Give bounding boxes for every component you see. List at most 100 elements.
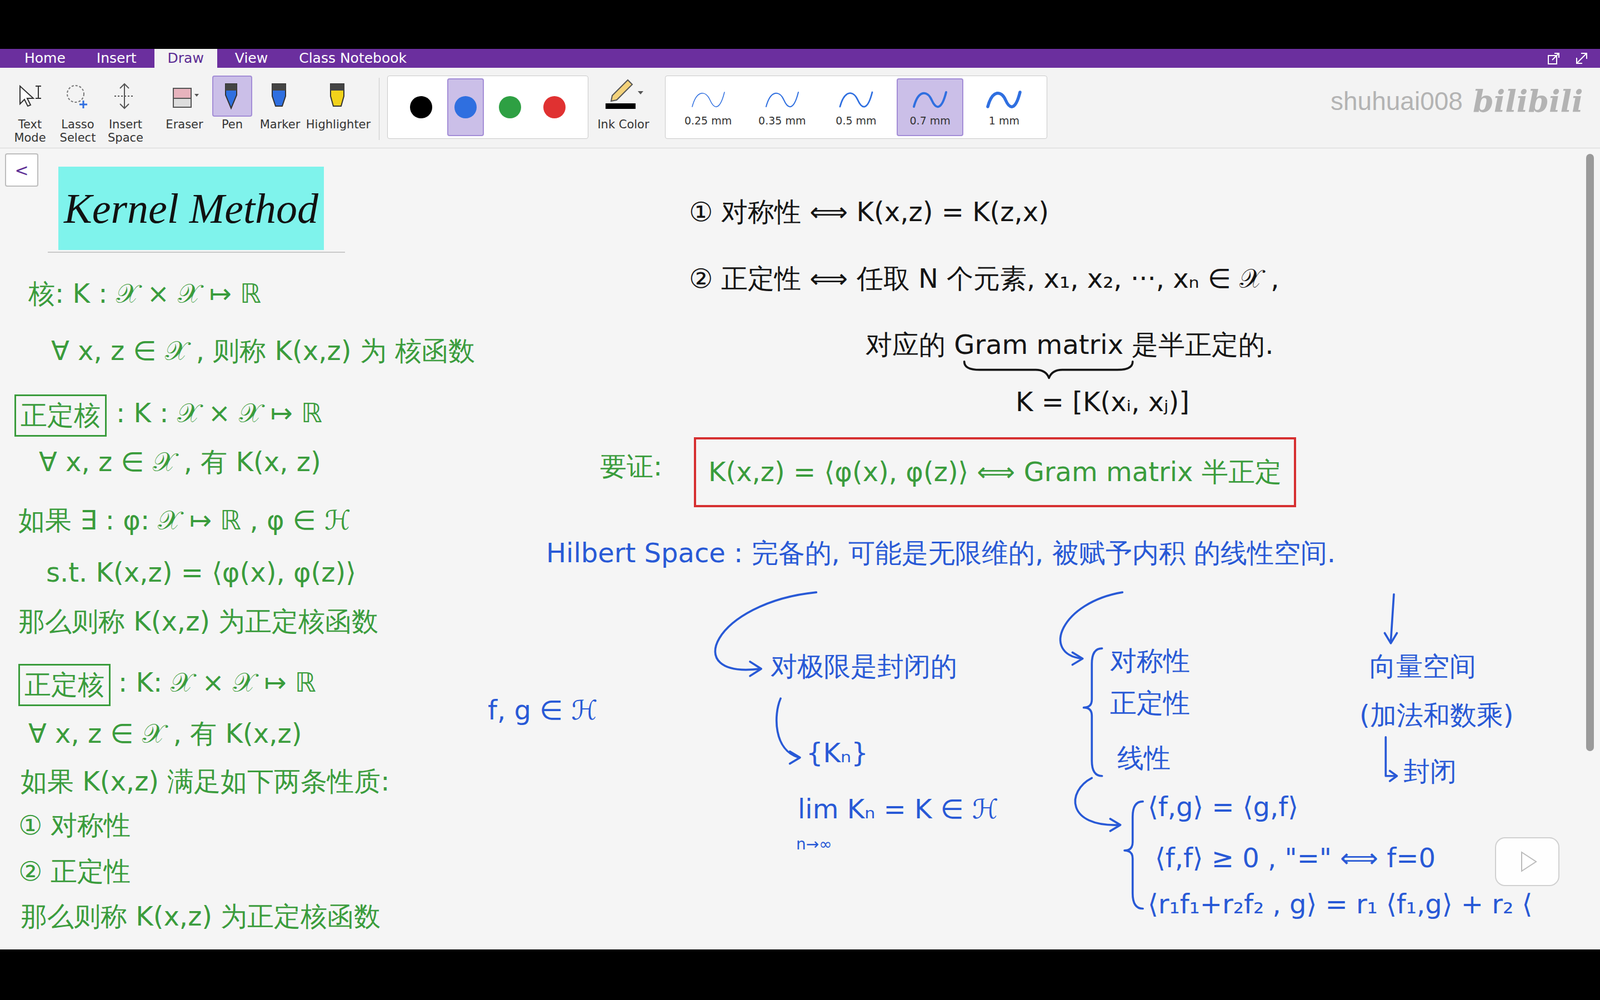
note-line[interactable]: 封闭 [1403, 755, 1457, 788]
note-text: 正定核 [24, 668, 105, 700]
toolbar-button[interactable]: Marker [257, 75, 303, 132]
ribbon-tab[interactable]: Insert [83, 48, 150, 68]
note-line[interactable]: s.t. K(x,z) = ⟨φ(x), φ(z)⟩ [46, 556, 357, 589]
note-line[interactable]: 对极限是封闭的 [770, 650, 958, 683]
note-line[interactable]: lim Kₙ = K ∈ ℋ [797, 793, 999, 826]
note-line[interactable]: {Kₙ} [806, 737, 869, 770]
note-text: ∀ x, z ∈ 𝒳 , 有 K(x,z) [28, 717, 302, 749]
tool-icon-frame[interactable] [10, 75, 50, 117]
thickness-option[interactable]: 0.25 mm [675, 78, 742, 137]
ribbon-tab[interactable]: View [221, 48, 282, 68]
scrollbar[interactable] [1585, 148, 1595, 950]
thickness-option[interactable]: 1 mm [970, 78, 1038, 137]
note-text: 核: K : 𝒳 × 𝒳 ↦ ℝ [28, 277, 262, 309]
pen-tools: EraserPenMarkerHighlighter [162, 75, 372, 132]
note-text: ② 正定性 ⟺ 任取 N 个元素, x₁, x₂, ···, xₙ ∈ 𝒳 , [688, 262, 1280, 294]
note-line[interactable]: K = [K(xᵢ, xⱼ)] [1015, 386, 1190, 419]
tool-icon-frame[interactable] [57, 75, 98, 117]
note-line[interactable]: ∀ x, z ∈ 𝒳 , 则称 K(x,z) 为 核函数 [51, 335, 475, 368]
note-line[interactable]: Hilbert Space : 完备的, 可能是无限维的, 被赋予内积 的线性空… [546, 537, 1336, 570]
thickness-option[interactable]: 0.35 mm [748, 78, 816, 137]
note-text: 对极限是封闭的 [770, 650, 958, 682]
note-line[interactable]: (加法和数乘) [1359, 699, 1514, 732]
boxed-label[interactable]: 正定核 [18, 663, 111, 707]
thickness-label: 0.7 mm [910, 114, 951, 128]
ribbon-tab[interactable]: Home [11, 48, 79, 68]
thickness-option[interactable]: 0.5 mm [822, 78, 890, 137]
marker-icon [264, 81, 296, 111]
note-line[interactable]: 那么则称 K(x,z) 为正定核函数 [18, 605, 379, 638]
back-button[interactable]: < [5, 153, 39, 187]
note-text: 那么则称 K(x,z) 为正定核函数 [20, 900, 381, 932]
share-icon[interactable] [1546, 51, 1562, 66]
play-button[interactable] [1495, 837, 1560, 887]
note-line[interactable]: f, g ∈ ℋ [487, 694, 598, 727]
toolbar-button[interactable]: Highlighter [305, 75, 372, 132]
stroke-wave-icon [688, 87, 728, 113]
note-line[interactable]: 向量空间 [1369, 650, 1477, 683]
note-line[interactable]: 核: K : 𝒳 × 𝒳 ↦ ℝ [28, 277, 262, 310]
toolbar-button[interactable]: Text Mode [7, 75, 53, 145]
thickness-option[interactable]: 0.7 mm [896, 78, 964, 137]
note-line[interactable]: 如果 ∃ : φ: 𝒳 ↦ ℝ , φ ∈ ℋ [18, 504, 351, 537]
note-text: 正定性 [1110, 687, 1190, 719]
note-text: (加法和数乘) [1359, 699, 1514, 731]
page-title[interactable]: Kernel Method [58, 166, 324, 250]
stroke-wave-icon [984, 87, 1024, 113]
note-line[interactable]: ⟨r₁f₁+r₂f₂ , g⟩ = r₁ ⟨f₁,g⟩ + r₂ ⟨ [1147, 888, 1533, 921]
note-line[interactable]: : K: 𝒳 × 𝒳 ↦ ℝ [118, 666, 317, 699]
tool-icon-frame[interactable] [260, 75, 300, 117]
color-swatch[interactable] [536, 78, 573, 137]
top-bar [0, 0, 1600, 49]
tool-icon-frame[interactable] [318, 75, 359, 117]
insert-space-icon [110, 81, 142, 111]
note-line[interactable]: 那么则称 K(x,z) 为正定核函数 [20, 900, 381, 933]
tool-icon-frame[interactable] [212, 75, 253, 117]
note-line[interactable]: ① 对称性 [18, 809, 131, 842]
note-text: 要证: [600, 450, 663, 482]
note-line[interactable]: 正定性 [1110, 687, 1190, 720]
ribbon-tab[interactable]: Draw [154, 48, 218, 68]
note-text: ① 对称性 [18, 809, 131, 841]
note-line[interactable]: 线性 [1117, 742, 1171, 775]
note-line[interactable]: : K : 𝒳 × 𝒳 ↦ ℝ [116, 397, 323, 430]
color-swatch[interactable] [402, 78, 440, 137]
framed-statement[interactable]: K(x,z) = ⟨φ(x), φ(z)⟩ ⟺ Gram matrix 半正定 [693, 437, 1297, 508]
toolbar-button[interactable]: Pen [210, 75, 255, 132]
ribbon-tab[interactable]: Class Notebook [285, 48, 420, 68]
note-line[interactable]: n→∞ [796, 835, 833, 854]
expand-icon[interactable] [1574, 51, 1589, 66]
note-canvas: < Kernel Method 核: K : 𝒳 × 𝒳 ↦ ℝ ∀ x, z ∈ 𝒳… [0, 148, 1600, 950]
note-line[interactable]: ② 正定性 ⟺ 任取 N 个元素, x₁, x₂, ···, xₙ ∈ 𝒳 , [688, 262, 1280, 295]
color-swatch[interactable] [491, 78, 529, 137]
toolbar-button[interactable]: Eraser [162, 75, 207, 132]
lasso-icon [62, 81, 94, 111]
note-line[interactable]: 要证: [600, 450, 663, 483]
color-dot [454, 96, 477, 119]
text-mode-icon [14, 81, 46, 111]
ink-color-button[interactable]: Ink Color [592, 75, 654, 132]
pen-colors [387, 75, 589, 139]
note-line[interactable]: ② 正定性 [18, 855, 131, 888]
tool-icon-frame[interactable] [105, 75, 146, 117]
note-text: ∀ x, z ∈ 𝒳 , 则称 K(x,z) 为 核函数 [51, 335, 475, 367]
boxed-label[interactable]: 正定核 [14, 394, 107, 437]
note-line[interactable]: 如果 K(x,z) 满足如下两条性质: [20, 765, 390, 798]
color-swatch[interactable] [447, 78, 484, 137]
toolbar-button[interactable]: Insert Space [103, 75, 148, 145]
note-line[interactable]: ⟨f,g⟩ = ⟨g,f⟩ [1147, 791, 1299, 824]
scrollbar-thumb[interactable] [1586, 153, 1594, 752]
tool-icon-frame[interactable] [164, 75, 205, 117]
stroke-wave-icon [836, 87, 876, 113]
note-line[interactable]: 对应的 Gram matrix 是半正定的. [865, 328, 1274, 362]
toolbar-button[interactable]: Lasso Select [55, 75, 100, 145]
note-line[interactable]: ⟨f,f⟩ ≥ 0 , "=" ⟺ f=0 [1155, 842, 1436, 875]
selection-tools: Text ModeLasso SelectInsert Space [7, 75, 148, 145]
pen-icon [216, 81, 248, 111]
note-line[interactable]: 对称性 [1110, 645, 1190, 678]
note-line[interactable]: ① 对称性 ⟺ K(x,z) = K(z,x) [688, 196, 1049, 229]
note-line[interactable]: ∀ x, z ∈ 𝒳 , 有 K(x,z) [28, 717, 302, 750]
eraser-icon [168, 81, 200, 111]
highlighter-icon [322, 81, 354, 111]
note-line[interactable]: ∀ x, z ∈ 𝒳 , 有 K(x, z) [38, 446, 322, 479]
